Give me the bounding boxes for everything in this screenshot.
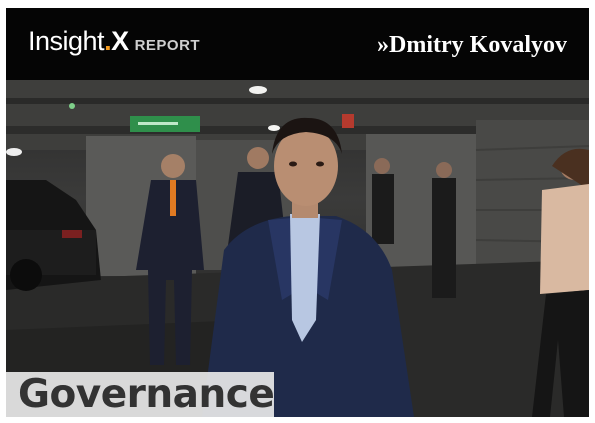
status-light	[69, 103, 75, 109]
brand-insight: Insight	[28, 26, 105, 56]
brand-x: X	[111, 26, 129, 56]
ceiling-light	[249, 86, 267, 94]
parking-garage-scene	[6, 80, 589, 417]
section-title: Governance	[18, 372, 275, 417]
ceiling-light	[6, 148, 22, 156]
exit-sign-arrow	[138, 122, 178, 125]
caption-box: Governance	[6, 372, 275, 417]
cover-photo: Governance	[6, 80, 589, 417]
car-wheel	[10, 259, 42, 291]
red-sign	[342, 114, 354, 128]
car-taillight	[62, 230, 82, 238]
header-bar: Insight.X REPORT »Dmitry Kovalyov	[6, 8, 589, 80]
author-name: »Dmitry Kovalyov	[377, 32, 567, 58]
ceiling-light	[268, 125, 280, 131]
ceiling-beam	[6, 98, 589, 104]
brand-logo: Insight.X REPORT	[28, 26, 200, 57]
brand-report: REPORT	[134, 37, 201, 54]
report-cover: Insight.X REPORT »Dmitry Kovalyov Govern…	[6, 8, 589, 417]
